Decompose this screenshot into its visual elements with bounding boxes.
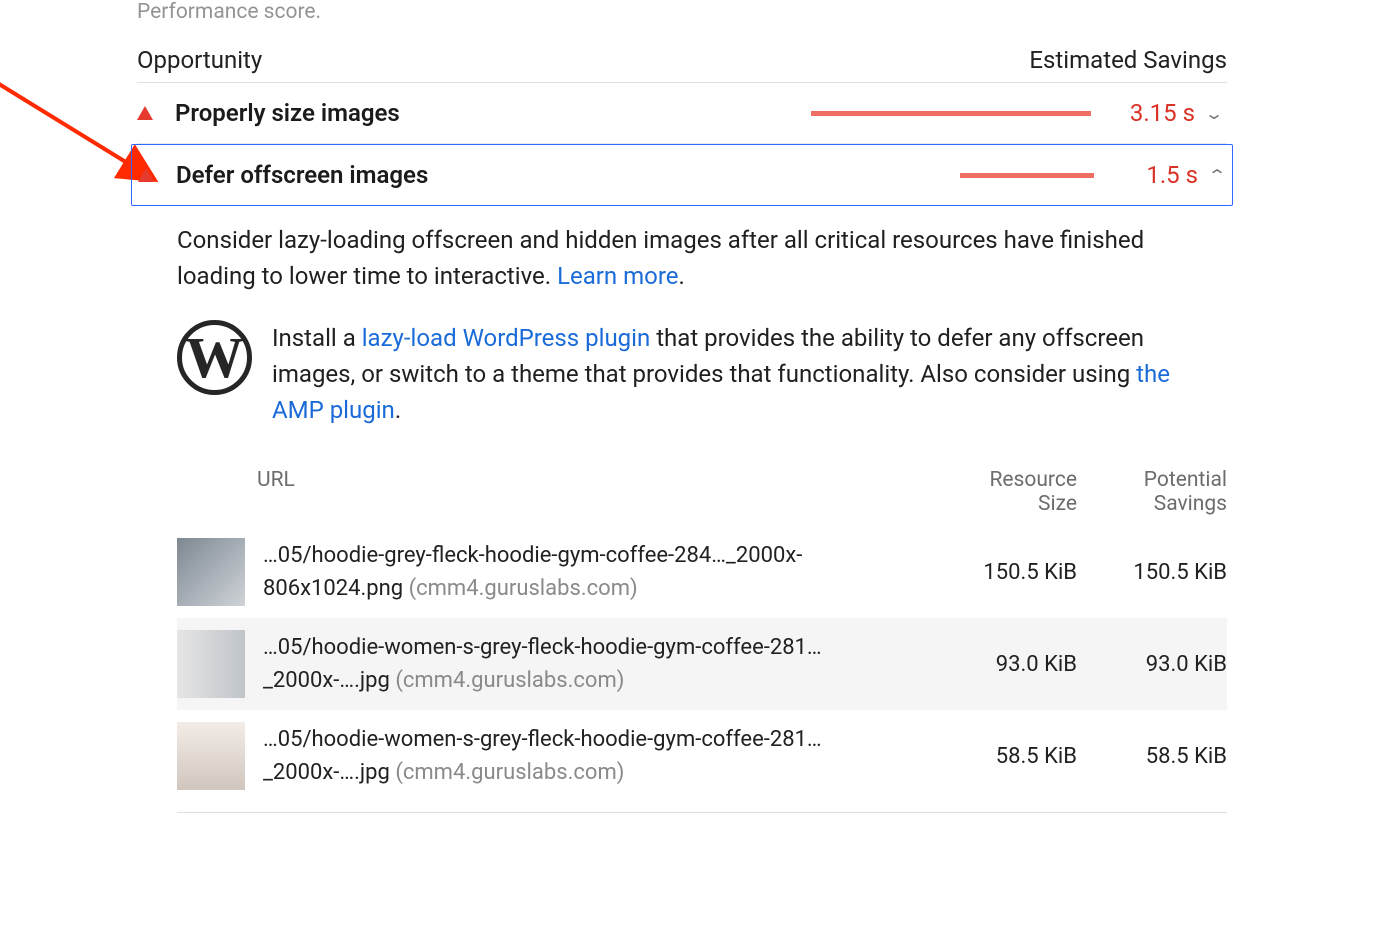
- table-row: …05/hoodie-women-s-grey-fleck-hoodie-gym…: [177, 618, 1227, 710]
- resource-url: …05/hoodie-women-s-grey-fleck-hoodie-gym…: [263, 723, 927, 789]
- detail-description: Consider lazy-loading offscreen and hidd…: [177, 222, 1227, 294]
- savings-value: 3.15 s: [1115, 99, 1195, 127]
- th-potential-savings: Potential Savings: [1077, 468, 1227, 516]
- chevron-up-icon[interactable]: ⌃: [1204, 166, 1231, 185]
- wordpress-icon: W: [177, 320, 252, 395]
- savings-bar: [811, 111, 1091, 116]
- th-url: URL: [177, 468, 927, 516]
- wordpress-advice: Install a lazy-load WordPress plugin tha…: [272, 320, 1227, 428]
- perf-score-label: Performance score.: [137, 0, 1227, 24]
- resource-thumbnail: [177, 722, 245, 790]
- divider: [177, 812, 1227, 813]
- resource-size: 150.5 KiB: [927, 560, 1077, 585]
- savings-value: 1.5 s: [1118, 161, 1198, 189]
- resource-url: …05/hoodie-women-s-grey-fleck-hoodie-gym…: [263, 631, 927, 697]
- warning-triangle-icon: [138, 168, 154, 182]
- table-row: …05/hoodie-women-s-grey-fleck-hoodie-gym…: [177, 710, 1227, 802]
- potential-savings: 93.0 KiB: [1077, 652, 1227, 677]
- resource-thumbnail: [177, 538, 245, 606]
- resource-host: (cmm4.guruslabs.com): [395, 668, 624, 693]
- resources-table: URL Resource Size Potential Savings …05/…: [177, 468, 1227, 813]
- resource-size: 58.5 KiB: [927, 744, 1077, 769]
- warning-triangle-icon: [137, 106, 153, 120]
- table-row: …05/hoodie-grey-fleck-hoodie-gym-coffee-…: [177, 526, 1227, 618]
- savings-bar: [814, 173, 1094, 178]
- opportunity-row[interactable]: Defer offscreen images 1.5 s ⌃: [131, 144, 1233, 206]
- opportunity-title: Properly size images: [175, 99, 811, 127]
- resource-url: …05/hoodie-grey-fleck-hoodie-gym-coffee-…: [263, 539, 927, 605]
- chevron-down-icon[interactable]: ⌄: [1201, 104, 1228, 123]
- resource-host: (cmm4.guruslabs.com): [395, 760, 624, 785]
- lazy-load-plugin-link[interactable]: lazy-load WordPress plugin: [362, 324, 651, 352]
- table-header: URL Resource Size Potential Savings: [177, 468, 1227, 526]
- resource-thumbnail: [177, 630, 245, 698]
- opportunity-row[interactable]: Properly size images 3.15 s ⌄: [137, 83, 1227, 144]
- potential-savings: 150.5 KiB: [1077, 560, 1227, 585]
- resource-host: (cmm4.guruslabs.com): [409, 576, 638, 601]
- opportunities-header: Opportunity Estimated Savings: [137, 46, 1227, 83]
- th-resource-size: Resource Size: [927, 468, 1077, 516]
- potential-savings: 58.5 KiB: [1077, 744, 1227, 769]
- opportunity-title: Defer offscreen images: [176, 161, 814, 189]
- resource-size: 93.0 KiB: [927, 652, 1077, 677]
- col-opportunity: Opportunity: [137, 46, 262, 74]
- opportunity-detail: Consider lazy-loading offscreen and hidd…: [137, 206, 1227, 813]
- col-estimated-savings: Estimated Savings: [1029, 46, 1227, 74]
- learn-more-link[interactable]: Learn more: [557, 262, 678, 290]
